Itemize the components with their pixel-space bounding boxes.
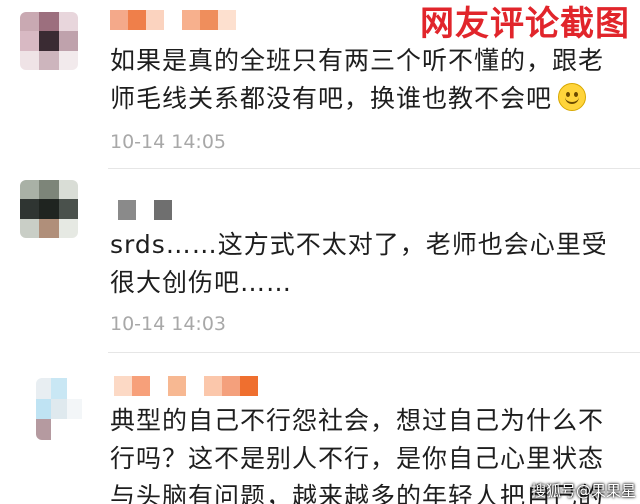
comment-timestamp: 10-14 14:03 — [110, 313, 227, 335]
username-mosaic-cell — [218, 10, 236, 30]
username-mosaic-cell — [222, 376, 240, 396]
avatar-mosaic-cell — [58, 199, 78, 219]
avatar-mosaic-cell — [20, 199, 40, 219]
avatar-mosaic-cell — [39, 50, 59, 70]
comment-item: srds……这方式不太对了，老师也会心里受很大创伤吧…… 10-14 14:03 — [0, 170, 640, 352]
username-mosaic-cell — [114, 376, 132, 396]
username-mosaic-cell — [164, 10, 182, 30]
avatar-mosaic-cell — [51, 419, 67, 440]
source-watermark: 搜狐号@果果星 — [530, 482, 636, 500]
username-mosaic-cell — [128, 10, 146, 30]
avatar-mosaic-cell — [36, 419, 52, 440]
username-mosaic-cell — [110, 10, 128, 30]
comment-item: 如果是真的全班只有两三个听不懂的，跟老师毛线关系都没有吧，换谁也教不会吧 10-… — [0, 0, 640, 168]
username-mosaic-cell — [186, 376, 204, 396]
username-mosaic-cell — [200, 10, 218, 30]
avatar-mosaic-cell — [20, 180, 40, 200]
avatar-mosaic-cell — [58, 31, 78, 51]
username-mosaic-cell — [204, 376, 222, 396]
divider — [108, 168, 640, 169]
divider — [108, 352, 640, 353]
avatar-mosaic-cell — [58, 12, 78, 32]
avatar-mosaic-cell — [20, 12, 40, 32]
username-mosaic-cell — [118, 200, 136, 220]
username-mosaic-cell — [154, 200, 172, 220]
avatar-mosaic-cell — [51, 398, 67, 420]
username-blurred[interactable] — [118, 200, 172, 224]
username-mosaic-cell — [146, 10, 164, 30]
avatar-mosaic-cell — [36, 398, 52, 420]
username-mosaic-cell — [150, 376, 168, 396]
avatar-mosaic-cell — [51, 378, 67, 399]
avatar-mosaic-cell — [58, 180, 78, 200]
username-mosaic-cell — [168, 376, 186, 396]
avatar-mosaic-cell — [39, 218, 59, 238]
avatar-mosaic-cell — [20, 31, 40, 51]
avatar[interactable] — [20, 12, 78, 70]
username-mosaic-cell — [136, 200, 154, 220]
username-mosaic-cell — [240, 376, 258, 396]
avatar-mosaic-cell — [39, 180, 59, 200]
avatar-mosaic-cell — [39, 199, 59, 219]
comment-timestamp: 10-14 14:05 — [110, 131, 227, 153]
avatar[interactable] — [20, 180, 78, 238]
comment-text: srds……这方式不太对了，老师也会心里受很大创伤吧…… — [110, 230, 608, 297]
username-mosaic-cell — [182, 10, 200, 30]
comment-screenshot: 网友评论截图 如果是真的全班只有两三个听不懂的，跟老师毛线关系都没有吧，换谁也教… — [0, 0, 640, 504]
smile-emoji-icon — [558, 83, 587, 111]
avatar-mosaic-cell — [58, 50, 78, 70]
avatar-mosaic-cell — [58, 218, 78, 238]
avatar-mosaic-cell — [66, 419, 82, 440]
username-blurred[interactable] — [110, 10, 236, 34]
avatar-mosaic-cell — [20, 50, 40, 70]
avatar[interactable] — [36, 378, 82, 440]
avatar-mosaic-cell — [66, 378, 82, 399]
avatar-mosaic-cell — [39, 31, 59, 51]
avatar-mosaic-cell — [39, 12, 59, 32]
avatar-mosaic-cell — [36, 378, 52, 399]
username-mosaic-cell — [132, 376, 150, 396]
comment-text: 如果是真的全班只有两三个听不懂的，跟老师毛线关系都没有吧，换谁也教不会吧 — [110, 46, 605, 113]
avatar-mosaic-cell — [66, 398, 82, 420]
username-blurred[interactable] — [114, 376, 258, 400]
avatar-mosaic-cell — [20, 218, 40, 238]
